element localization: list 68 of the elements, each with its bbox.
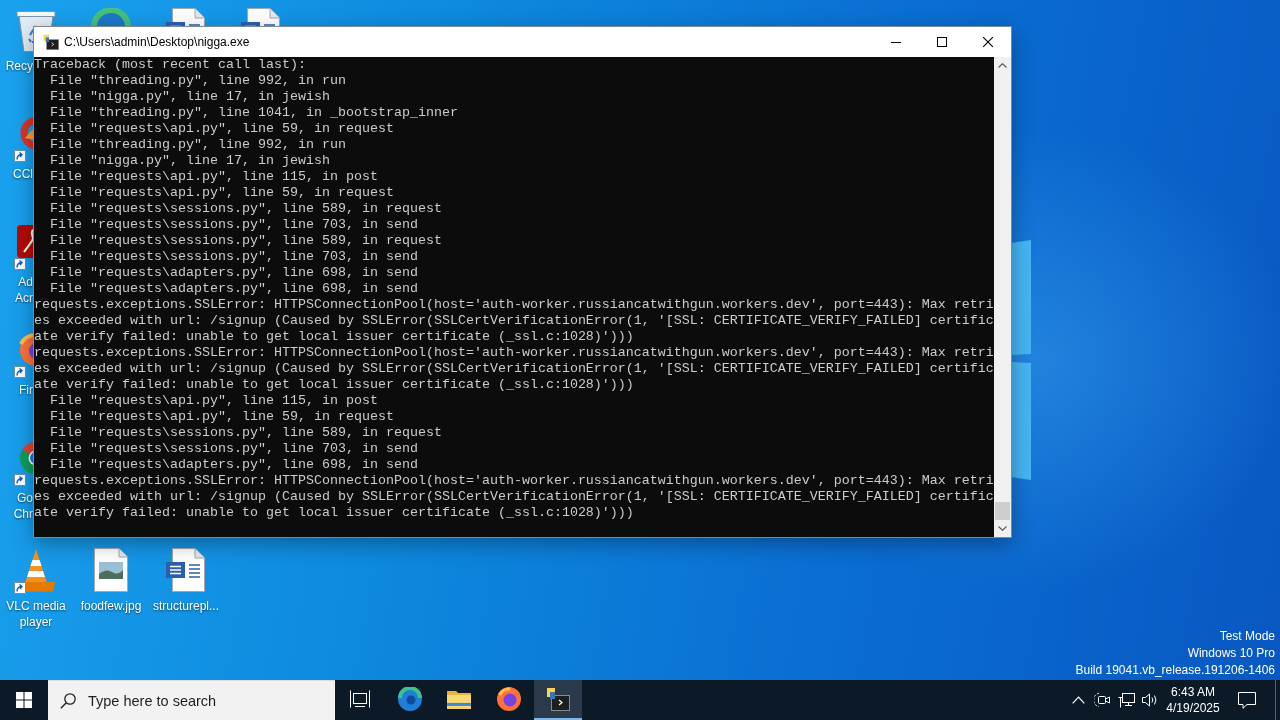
console-line: es exceeded with url: /signup (Caused by SSLError(SSLCertVerificationError(1, '[SSL: CERTIFICATE_VERIFY_FAILED] certific xyxy=(34,361,994,377)
minimize-icon xyxy=(891,41,901,43)
console-line: File "requests\sessions.py", line 589, in request xyxy=(49,233,442,249)
icon-label[interactable]: Go Chr xyxy=(0,490,33,522)
terminal-app-icon[interactable] xyxy=(43,34,59,50)
console-line: File "requests\adapters.py", line 698, in send xyxy=(49,265,418,281)
console-line: File "requests\adapters.py", line 698, in send xyxy=(49,457,418,473)
search-box[interactable]: Type here to search xyxy=(48,680,335,720)
console-line: File "requests\sessions.py", line 703, in send xyxy=(49,217,418,233)
scroll-down-icon[interactable] xyxy=(998,526,1007,531)
console-line: File "nigga.py", line 17, in jewish xyxy=(49,89,330,105)
icon-label[interactable]: Ad Acr xyxy=(0,274,33,306)
chevron-up-icon[interactable] xyxy=(1071,696,1085,704)
task-view-icon[interactable] xyxy=(350,690,370,708)
notification-icon xyxy=(1238,691,1256,709)
console-line: File "requests\sessions.py", line 589, in request xyxy=(49,425,442,441)
console-line: ate verify failed: unable to get local issuer certificate (_ssl.c:1028)'))) xyxy=(34,329,634,345)
console-line: ate verify failed: unable to get local issuer certificate (_ssl.c:1028)'))) xyxy=(34,377,634,393)
console-line: File "requests\sessions.py", line 703, in send xyxy=(49,249,418,265)
console-line: File "requests\sessions.py", line 703, in send xyxy=(49,441,418,457)
taskbar-button[interactable] xyxy=(534,680,582,720)
scrollbar[interactable] xyxy=(994,57,1011,537)
console-line: Traceback (most recent call last): xyxy=(34,57,306,73)
icon-label[interactable]: foodfew.jpg xyxy=(75,598,147,614)
speaker-icon[interactable] xyxy=(1142,693,1158,707)
system-info-text: Build 19041.vb_release.191206-1406 xyxy=(1075,662,1275,679)
camera-icon[interactable] xyxy=(1094,692,1110,708)
image-file-icon[interactable] xyxy=(91,548,131,592)
console-line: File "requests\api.py", line 115, in post xyxy=(49,169,378,185)
console-line: File "requests\api.py", line 115, in post xyxy=(49,393,378,409)
terminal-app-icon[interactable] xyxy=(546,687,570,711)
icon-label[interactable]: Recy xyxy=(0,58,33,74)
icon-label[interactable]: structurepl... xyxy=(150,598,222,614)
console-line: File "requests\sessions.py", line 589, in request xyxy=(49,201,442,217)
console-line: requests.exceptions.SSLError: HTTPSConnectionPool(host='auth-worker.russiancatwithgun.workers.dev', port=443): Max retri xyxy=(34,473,994,489)
console-line: File "requests\adapters.py", line 698, in send xyxy=(49,281,418,297)
scrollbar-thumb[interactable] xyxy=(995,502,1010,520)
close-icon xyxy=(983,37,993,47)
search-icon xyxy=(60,692,76,709)
console-line: requests.exceptions.SSLError: HTTPSConnectionPool(host='auth-worker.russiancatwithgun.workers.dev', port=443): Max retri xyxy=(34,345,994,361)
console-line: es exceeded with url: /signup (Caused by SSLError(SSLCertVerificationError(1, '[SSL: CERTIFICATE_VERIFY_FAILED] certific xyxy=(34,313,994,329)
console-line: File "requests\api.py", line 59, in request xyxy=(49,121,394,137)
document-icon[interactable] xyxy=(166,548,206,592)
console-line: File "requests\api.py", line 59, in request xyxy=(49,185,394,201)
network-icon[interactable] xyxy=(1117,692,1135,708)
console-line: File "threading.py", line 992, in run xyxy=(49,137,346,153)
console-line: requests.exceptions.SSLError: HTTPSConnectionPool(host='auth-worker.russiancatwithgun.workers.dev', port=443): Max retri xyxy=(34,297,994,313)
ring-logo-icon[interactable] xyxy=(397,687,422,711)
icon-label[interactable]: VLC media player xyxy=(0,598,72,630)
system-info-text: Windows 10 Pro xyxy=(1187,645,1275,662)
console-line: File "threading.py", line 1041, in _bootstrap_inner xyxy=(49,105,458,121)
system-info-text: Test Mode xyxy=(1219,628,1275,645)
start-icon xyxy=(16,692,32,708)
console-line: File "requests\api.py", line 59, in request xyxy=(49,409,394,425)
folder-icon[interactable] xyxy=(447,689,471,709)
clock-date[interactable]: 4/19/2025 xyxy=(1166,700,1220,716)
orb-logo-icon[interactable] xyxy=(496,687,521,711)
console-line: File "nigga.py", line 17, in jewish xyxy=(49,153,330,169)
scroll-up-icon[interactable] xyxy=(998,63,1007,68)
console-line: ate verify failed: unable to get local issuer certificate (_ssl.c:1028)'))) xyxy=(34,505,634,521)
search-field[interactable]: Type here to search xyxy=(88,692,335,709)
maximize-icon xyxy=(937,37,947,47)
icon-label[interactable]: CCl xyxy=(0,166,33,182)
console-line: es exceeded with url: /signup (Caused by SSLError(SSLCertVerificationError(1, '[SSL: CERTIFICATE_VERIFY_FAILED] certific xyxy=(34,489,994,505)
clock-time[interactable]: 6:43 AM xyxy=(1171,684,1215,700)
window-title: C:\Users\admin\Desktop\nigga.exe xyxy=(64,35,251,49)
console-line: File "threading.py", line 992, in run xyxy=(49,73,346,89)
icon-label[interactable]: Fir xyxy=(0,382,33,398)
